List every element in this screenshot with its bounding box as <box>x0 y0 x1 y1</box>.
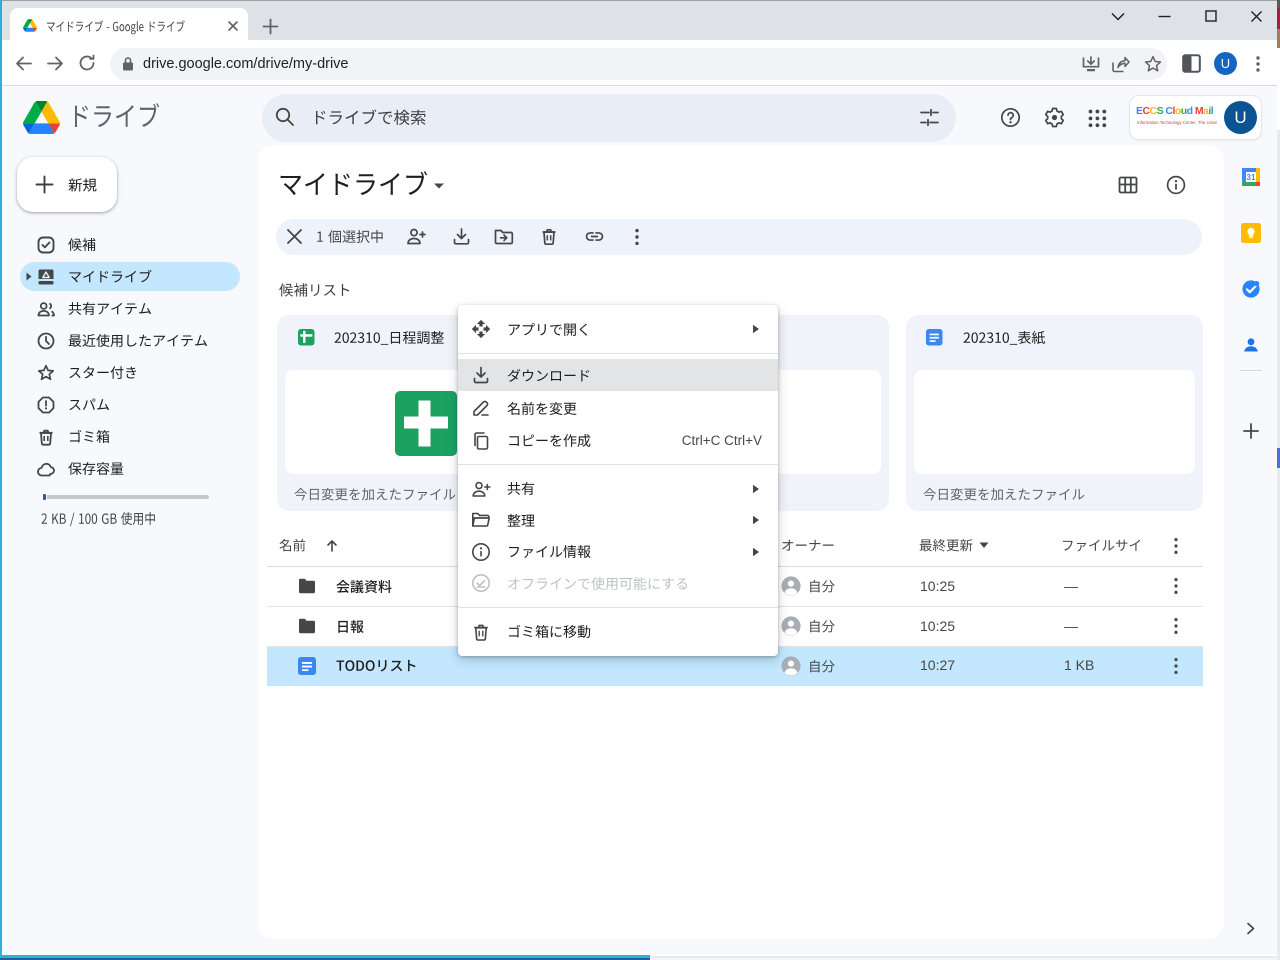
svg-text:31: 31 <box>1247 173 1256 182</box>
